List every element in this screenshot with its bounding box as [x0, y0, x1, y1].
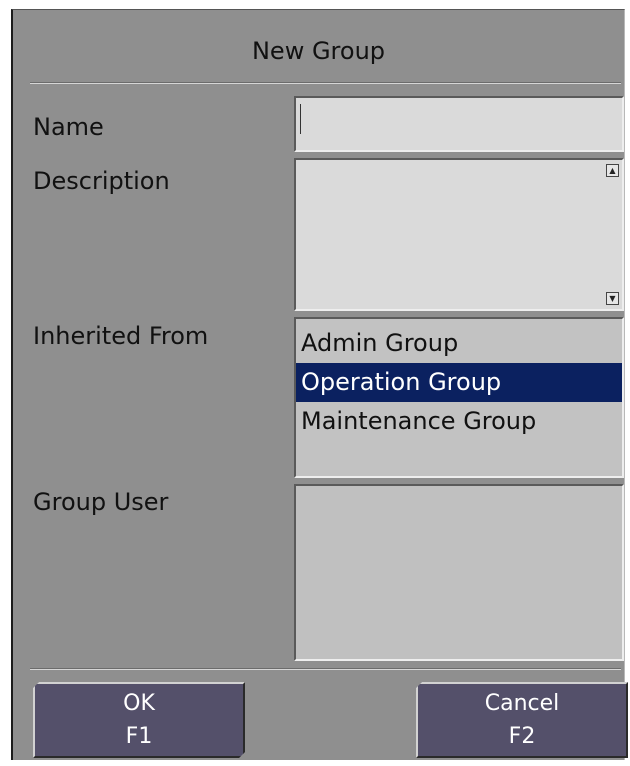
cancel-button[interactable]: Cancel F2	[416, 682, 628, 758]
list-item-admin-group[interactable]: Admin Group	[296, 324, 622, 363]
group-user-list[interactable]	[294, 484, 624, 661]
text-caret	[300, 104, 301, 134]
group-user-label: Group User	[33, 488, 169, 516]
ok-button[interactable]: OK F1	[33, 682, 245, 758]
description-textarea[interactable]: ▲ ▼	[294, 158, 624, 311]
name-input[interactable]	[294, 96, 624, 152]
new-group-dialog: New Group Name Description ▲ ▼ Inherited…	[11, 9, 628, 760]
cancel-button-key: F2	[508, 724, 536, 749]
description-scrollbar[interactable]: ▲ ▼	[606, 162, 620, 307]
ok-button-key: F1	[125, 724, 153, 749]
list-item-operation-group[interactable]: Operation Group	[296, 363, 622, 402]
scroll-up-icon[interactable]: ▲	[606, 164, 619, 177]
dialog-title: New Group	[251, 37, 386, 65]
name-label: Name	[33, 113, 104, 141]
title-divider	[30, 82, 621, 84]
button-divider	[30, 668, 621, 670]
scroll-down-icon[interactable]: ▼	[606, 292, 619, 305]
inherited-from-label: Inherited From	[33, 322, 209, 350]
cancel-button-label: Cancel	[484, 691, 560, 716]
inherited-from-list[interactable]: Admin Group Operation Group Maintenance …	[294, 317, 624, 478]
ok-button-label: OK	[123, 691, 155, 716]
description-label: Description	[33, 167, 170, 195]
list-item-maintenance-group[interactable]: Maintenance Group	[296, 402, 622, 441]
